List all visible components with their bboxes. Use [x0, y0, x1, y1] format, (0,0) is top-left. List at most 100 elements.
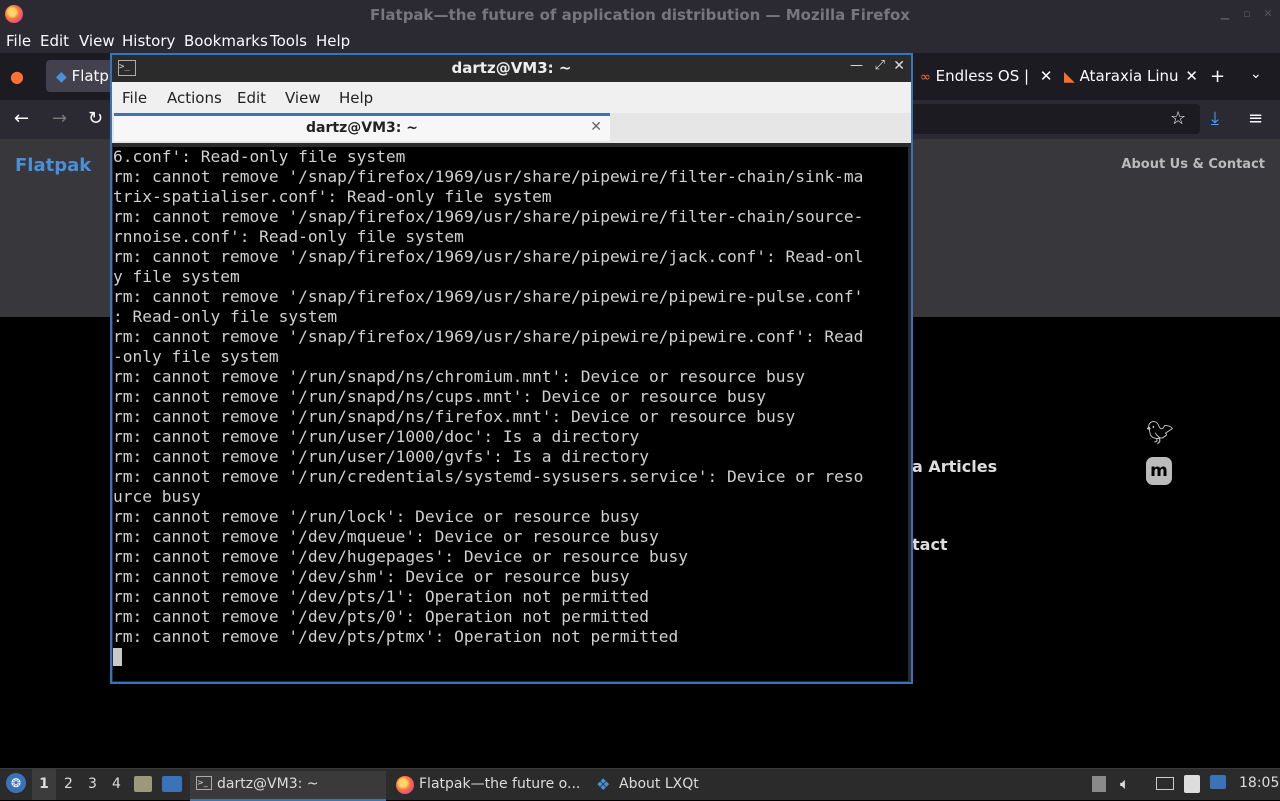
volume-icon[interactable]: 🔈︎ — [1120, 774, 1130, 794]
about-us-link[interactable]: About Us & Contact — [1121, 157, 1265, 172]
terminal-line: rm: cannot remove '/dev/pts/1': Operatio… — [113, 587, 650, 606]
start-menu-icon[interactable]: ❂ — [6, 773, 26, 793]
back-icon[interactable]: ← — [14, 108, 29, 129]
task-firefox[interactable]: Flatpak—the future o... — [392, 771, 588, 799]
terminal-line: rm: cannot remove '/snap/firefox/1969/us… — [113, 167, 864, 186]
terminal-tab-label: dartz@VM3: ~ — [306, 120, 418, 136]
menu-actions[interactable]: Actions — [167, 89, 222, 107]
terminal-line: urce busy — [113, 487, 201, 506]
terminal-line: rm: cannot remove '/dev/pts/0': Operatio… — [113, 607, 650, 626]
tab-close-icon[interactable]: ✕ — [590, 119, 602, 135]
reload-icon[interactable]: ↻ — [88, 108, 103, 129]
close-icon[interactable]: ✕ — [893, 58, 905, 74]
tray-expand-icon[interactable] — [1092, 776, 1106, 792]
app-menu-icon[interactable]: ≡ — [1248, 108, 1263, 129]
list-tabs-icon[interactable]: ⌄ — [1250, 66, 1262, 82]
firefox-menubar: File Edit View History Bookmarks Tools H… — [0, 29, 1280, 53]
terminal-line: rnnoise.conf': Read-only file system — [113, 227, 464, 246]
terminal-line: rm: cannot remove '/dev/shm': Device or … — [113, 567, 630, 586]
terminal-menubar: File Actions Edit View Help — [112, 82, 911, 113]
minimize-icon[interactable]: — — [850, 58, 863, 73]
gitlab-favicon-icon: ◣ — [1064, 69, 1075, 85]
file-manager-icon[interactable] — [134, 776, 152, 792]
menu-bookmarks[interactable]: Bookmarks — [184, 32, 268, 50]
menu-help[interactable]: Help — [339, 89, 373, 107]
firefox-titlebar: Flatpak—the future of application distri… — [0, 0, 1280, 29]
workspace-1[interactable]: 1 — [32, 769, 56, 800]
tab-close-icon[interactable]: ✕ — [1040, 67, 1053, 85]
lxqt-app-icon: ❖ — [596, 775, 611, 794]
menu-edit[interactable]: Edit — [40, 32, 69, 50]
terminal-line: rm: cannot remove '/dev/pts/ptmx': Opera… — [113, 627, 679, 646]
menu-file[interactable]: File — [6, 32, 31, 50]
terminal-line: rm: cannot remove '/run/credentials/syst… — [113, 467, 864, 486]
update-notifier-icon[interactable] — [1210, 775, 1226, 789]
terminal-titlebar[interactable]: >_ dartz@VM3: ~ — ⤢ ✕ — [112, 55, 911, 82]
task-label: About LXQt — [619, 776, 699, 792]
network-icon[interactable] — [1156, 777, 1174, 790]
tab-ataraxia[interactable]: ◣ Ataraxia Linu ✕ — [1064, 60, 1198, 92]
firefox-window-title: Flatpak—the future of application distri… — [370, 6, 910, 24]
workspace-4[interactable]: 4 — [112, 776, 121, 792]
terminal-line: trix-spatialiser.conf': Read-only file s… — [113, 187, 552, 206]
terminal-line: rm: cannot remove '/run/lock': Device or… — [113, 507, 640, 526]
task-label: Flatpak—the future o... — [419, 776, 581, 792]
maximize-icon[interactable]: ▫ — [1240, 7, 1254, 21]
terminal-line: rm: cannot remove '/snap/firefox/1969/us… — [113, 287, 864, 306]
minimize-icon[interactable]: ▁ — [1218, 7, 1232, 21]
menu-file[interactable]: File — [122, 89, 147, 107]
task-about-lxqt[interactable]: ❖ About LXQt — [594, 771, 774, 799]
firefox-view-icon[interactable]: ● — [10, 67, 24, 86]
tab-label: Flatp — [71, 67, 109, 85]
terminal-line: rm: cannot remove '/snap/firefox/1969/us… — [113, 327, 864, 346]
terminal-line: -only file system — [113, 347, 279, 366]
menu-view[interactable]: View — [79, 32, 115, 50]
footer-articles-link[interactable]: a Articles — [912, 457, 997, 476]
terminal-output[interactable]: 6.conf': Read-only file system rm: cannot… — [113, 147, 908, 681]
menu-tools[interactable]: Tools — [270, 32, 307, 50]
menu-edit[interactable]: Edit — [237, 89, 266, 107]
downloads-icon[interactable]: ⤓ — [1211, 108, 1219, 129]
terminal-line: 6.conf': Read-only file system — [113, 147, 406, 166]
close-icon[interactable]: ✕ — [1261, 7, 1275, 21]
terminal-line: : Read-only file system — [113, 307, 338, 326]
terminal-line: rm: cannot remove '/run/user/1000/gvfs':… — [113, 447, 650, 466]
twitter-icon[interactable]: 🐦︎ — [1146, 421, 1174, 446]
terminal-line: rm: cannot remove '/run/user/1000/doc': … — [113, 427, 640, 446]
tab-endless-os[interactable]: ∞ Endless OS | ✕ — [920, 60, 1052, 92]
tab-label: Ataraxia Linu — [1079, 67, 1179, 85]
terminal-line: rm: cannot remove '/run/snapd/ns/chromiu… — [113, 367, 805, 386]
tab-label: Endless OS | — [935, 67, 1030, 85]
terminal-cursor — [113, 648, 122, 666]
show-desktop-icon[interactable] — [162, 776, 182, 792]
maximize-icon[interactable]: ⤢ — [875, 58, 885, 73]
terminal-window[interactable]: >_ dartz@VM3: ~ — ⤢ ✕ File Actions Edit … — [110, 53, 913, 684]
terminal-line: rm: cannot remove '/dev/hugepages': Devi… — [113, 547, 688, 566]
tab-close-icon[interactable]: ✕ — [1185, 67, 1198, 85]
menu-help[interactable]: Help — [316, 32, 350, 50]
new-tab-icon[interactable]: + — [1210, 66, 1225, 87]
workspace-3[interactable]: 3 — [88, 776, 97, 792]
terminal-line: y file system — [113, 267, 240, 286]
forward-icon[interactable]: → — [52, 108, 67, 129]
flatpak-brand-link[interactable]: Flatpak — [15, 155, 91, 176]
terminal-app-icon: >_ — [196, 776, 212, 790]
taskbar: ❂ 1 2 3 4 >_ dartz@VM3: ~ Flatpak—the fu… — [0, 768, 1280, 801]
clipboard-icon[interactable] — [1184, 775, 1200, 793]
bookmark-star-icon[interactable]: ☆ — [1170, 108, 1186, 129]
terminal-tabbar: dartz@VM3: ~ ✕ — [112, 113, 911, 143]
terminal-tab[interactable]: dartz@VM3: ~ ✕ — [114, 113, 610, 141]
terminal-line: rm: cannot remove '/snap/firefox/1969/us… — [113, 247, 864, 266]
workspace-2[interactable]: 2 — [64, 776, 73, 792]
terminal-line: rm: cannot remove '/dev/mqueue': Device … — [113, 527, 659, 546]
firefox-app-icon — [396, 776, 414, 794]
task-terminal[interactable]: >_ dartz@VM3: ~ — [190, 771, 386, 801]
task-label: dartz@VM3: ~ — [217, 776, 319, 792]
endless-favicon-icon: ∞ — [920, 70, 931, 85]
menu-history[interactable]: History — [122, 32, 175, 50]
mastodon-icon[interactable]: m — [1146, 457, 1172, 485]
terminal-line: rm: cannot remove '/snap/firefox/1969/us… — [113, 207, 864, 226]
menu-view[interactable]: View — [285, 89, 321, 107]
clock[interactable]: 18:05 — [1239, 775, 1279, 791]
footer-contact-link[interactable]: tact — [912, 535, 948, 554]
